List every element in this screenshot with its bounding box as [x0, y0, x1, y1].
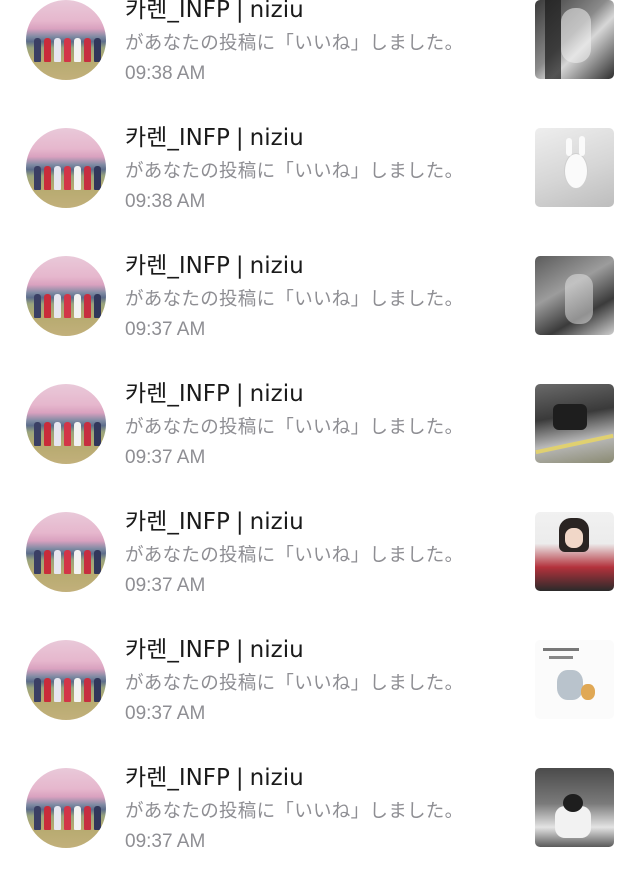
- username[interactable]: 카렌_INFP: [125, 637, 230, 663]
- separator: |: [235, 381, 244, 407]
- separator: |: [235, 765, 244, 791]
- username[interactable]: 카렌_INFP: [125, 381, 230, 407]
- timestamp: 09:38 AM: [125, 63, 206, 84]
- avatar[interactable]: [26, 512, 106, 592]
- avatar[interactable]: [26, 128, 106, 208]
- notification-message: があなたの投稿に「いいね」しました。: [125, 801, 464, 822]
- group-name: niziu: [249, 637, 304, 663]
- group-name: niziu: [249, 765, 304, 791]
- timestamp: 09:37 AM: [125, 447, 206, 468]
- user-line[interactable]: 카렌_INFP | niziu: [125, 636, 304, 664]
- notification-row[interactable]: 카렌_INFP | niziu があなたの投稿に「いいね」しました。 09:37 A…: [0, 246, 640, 374]
- post-thumbnail[interactable]: [535, 128, 614, 207]
- notification-row[interactable]: 카렌_INFP | niziu があなたの投稿に「いいね」しました。 09:37 A…: [0, 502, 640, 630]
- notification-row[interactable]: 카렌_INFP | niziu があなたの投稿に「いいね」しました。 09:37 A…: [0, 758, 640, 886]
- avatar[interactable]: [26, 384, 106, 464]
- username[interactable]: 카렌_INFP: [125, 125, 230, 151]
- notification-row[interactable]: 카렌_INFP | niziu があなたの投稿に「いいね」しました。 09:37 A…: [0, 374, 640, 502]
- separator: |: [235, 0, 244, 23]
- separator: |: [235, 637, 244, 663]
- user-line[interactable]: 카렌_INFP | niziu: [125, 124, 304, 152]
- post-thumbnail[interactable]: [535, 640, 614, 719]
- username[interactable]: 카렌_INFP: [125, 253, 230, 279]
- avatar[interactable]: [26, 768, 106, 848]
- user-line[interactable]: 카렌_INFP | niziu: [125, 380, 304, 408]
- group-name: niziu: [249, 125, 304, 151]
- post-thumbnail[interactable]: [535, 384, 614, 463]
- username[interactable]: 카렌_INFP: [125, 0, 230, 23]
- timestamp: 09:37 AM: [125, 703, 206, 724]
- separator: |: [235, 509, 244, 535]
- timestamp: 09:37 AM: [125, 319, 206, 340]
- separator: |: [235, 253, 244, 279]
- username[interactable]: 카렌_INFP: [125, 509, 230, 535]
- notification-row[interactable]: 카렌_INFP | niziu があなたの投稿に「いいね」しました。 09:37 A…: [0, 630, 640, 758]
- group-name: niziu: [249, 253, 304, 279]
- group-name: niziu: [249, 0, 304, 23]
- avatar[interactable]: [26, 640, 106, 720]
- avatar[interactable]: [26, 0, 106, 80]
- notification-message: があなたの投稿に「いいね」しました。: [125, 161, 464, 182]
- timestamp: 09:37 AM: [125, 831, 206, 852]
- notification-message: があなたの投稿に「いいね」しました。: [125, 673, 464, 694]
- timestamp: 09:38 AM: [125, 191, 206, 212]
- notification-message: があなたの投稿に「いいね」しました。: [125, 33, 464, 54]
- post-thumbnail[interactable]: [535, 256, 614, 335]
- notification-row[interactable]: 카렌_INFP | niziu があなたの投稿に「いいね」しました。 09:38 A…: [0, 0, 640, 118]
- avatar[interactable]: [26, 256, 106, 336]
- notification-message: があなたの投稿に「いいね」しました。: [125, 545, 464, 566]
- post-thumbnail[interactable]: [535, 0, 614, 79]
- notification-list: 카렌_INFP | niziu があなたの投稿に「いいね」しました。 09:38 A…: [0, 0, 640, 886]
- notification-message: があなたの投稿に「いいね」しました。: [125, 289, 464, 310]
- group-name: niziu: [249, 509, 304, 535]
- separator: |: [235, 125, 244, 151]
- notification-row[interactable]: 카렌_INFP | niziu があなたの投稿に「いいね」しました。 09:38 A…: [0, 118, 640, 246]
- post-thumbnail[interactable]: [535, 512, 614, 591]
- group-name: niziu: [249, 381, 304, 407]
- user-line[interactable]: 카렌_INFP | niziu: [125, 0, 304, 24]
- notification-message: があなたの投稿に「いいね」しました。: [125, 417, 464, 438]
- user-line[interactable]: 카렌_INFP | niziu: [125, 764, 304, 792]
- user-line[interactable]: 카렌_INFP | niziu: [125, 252, 304, 280]
- timestamp: 09:37 AM: [125, 575, 206, 596]
- post-thumbnail[interactable]: [535, 768, 614, 847]
- user-line[interactable]: 카렌_INFP | niziu: [125, 508, 304, 536]
- username[interactable]: 카렌_INFP: [125, 765, 230, 791]
